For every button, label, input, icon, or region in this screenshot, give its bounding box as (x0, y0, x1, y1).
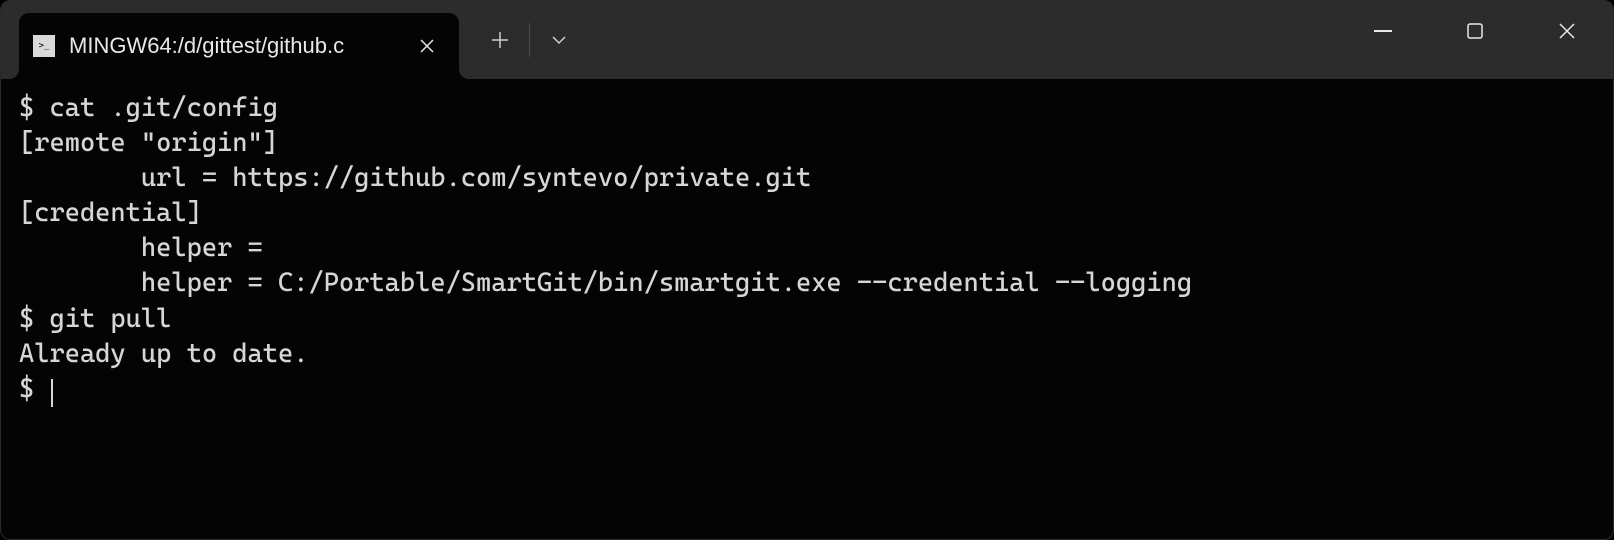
terminal-line: helper = (19, 231, 1595, 266)
close-window-button[interactable] (1521, 1, 1613, 61)
terminal-line: [remote "origin"] (19, 126, 1595, 161)
tab-strip: >_ MINGW64:/d/gittest/github.c (1, 1, 586, 79)
terminal-line: url = https://github.com/syntevo/private… (19, 161, 1595, 196)
terminal-line: Already up to date. (19, 337, 1595, 372)
cursor (51, 379, 53, 407)
tab-dropdown-button[interactable] (532, 13, 586, 67)
terminal-icon: >_ (33, 35, 55, 57)
plus-icon (491, 31, 509, 49)
tab-close-button[interactable] (413, 32, 441, 60)
new-tab-button[interactable] (473, 13, 527, 67)
terminal-window: >_ MINGW64:/d/gittest/github.c (0, 0, 1614, 540)
close-icon (419, 38, 435, 54)
minimize-icon (1374, 30, 1392, 32)
terminal-line: $ cat .git/config (19, 91, 1595, 126)
terminal-line: [credential] (19, 196, 1595, 231)
titlebar: >_ MINGW64:/d/gittest/github.c (1, 1, 1613, 79)
window-controls (1337, 1, 1613, 79)
divider (529, 23, 530, 57)
chevron-down-icon (551, 35, 567, 45)
terminal-output[interactable]: $ cat .git/config[remote "origin"] url =… (1, 79, 1613, 539)
terminal-line: $ (19, 372, 1595, 407)
tab-actions (473, 1, 586, 79)
maximize-button[interactable] (1429, 1, 1521, 61)
tab-active[interactable]: >_ MINGW64:/d/gittest/github.c (19, 13, 459, 79)
tab-title: MINGW64:/d/gittest/github.c (69, 33, 399, 59)
minimize-button[interactable] (1337, 1, 1429, 61)
close-icon (1558, 22, 1576, 40)
terminal-line: $ git pull (19, 302, 1595, 337)
maximize-icon (1467, 23, 1483, 39)
terminal-line: helper = C:/Portable/SmartGit/bin/smartg… (19, 266, 1595, 301)
